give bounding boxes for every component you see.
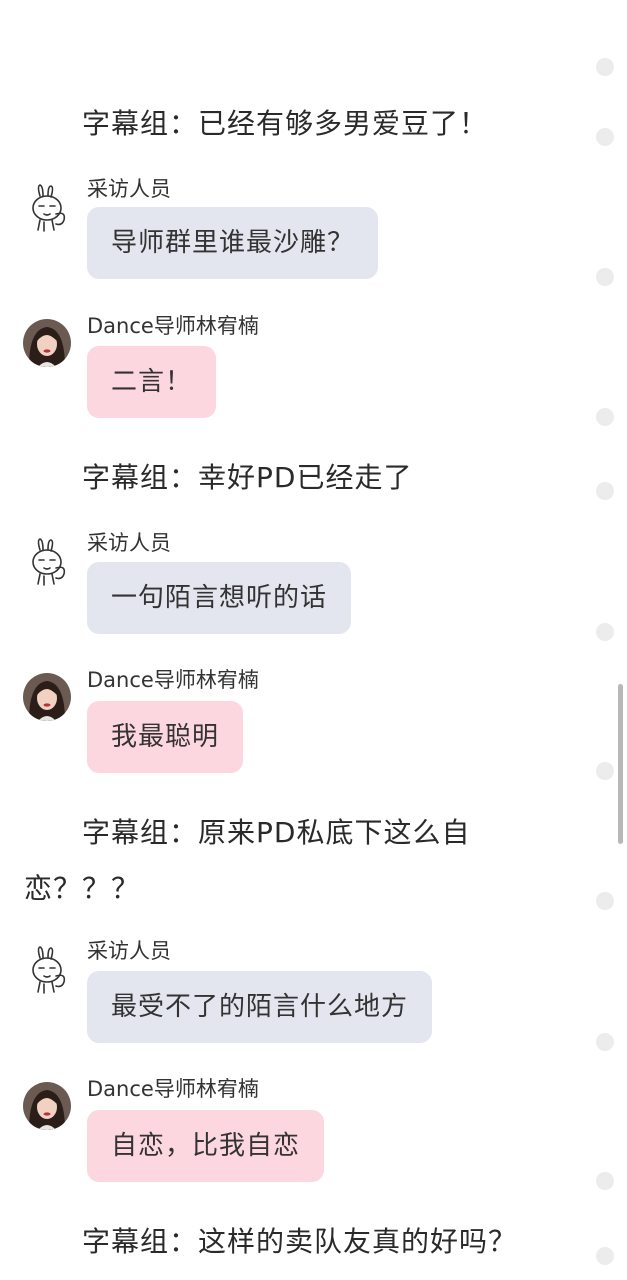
bunny-doodle-icon: [26, 538, 70, 588]
side-dot: [596, 128, 614, 146]
side-dot: [596, 268, 614, 286]
bunny-doodle-icon: [26, 946, 70, 996]
side-dot: [596, 1247, 614, 1265]
side-dot: [596, 762, 614, 780]
side-dot: [596, 892, 614, 910]
bunny-doodle-icon: [26, 184, 70, 234]
avatar: [23, 673, 71, 721]
message-bubble: 最受不了的陌言什么地方: [87, 971, 433, 1043]
message-bubble: 自恋，比我自恋: [87, 1110, 325, 1182]
narration-line: 字幕组：原来PD私底下这么自: [82, 816, 471, 849]
narration-line: 字幕组：已经有够多男爱豆了！: [82, 107, 489, 140]
speaker-name: 采访人员: [87, 531, 171, 555]
message-bubble: 导师群里谁最沙雕？: [87, 207, 379, 279]
side-dot: [596, 1033, 614, 1051]
speaker-name: Dance导师林宥楠: [87, 1077, 259, 1101]
avatar: [23, 1082, 71, 1130]
side-dot: [596, 408, 614, 426]
speaker-name: 采访人员: [87, 177, 171, 201]
avatar: [23, 319, 71, 367]
message-bubble: 二言！: [87, 346, 217, 418]
message-bubble: 我最聪明: [87, 701, 244, 773]
side-dot: [596, 58, 614, 76]
message-bubble: 一句陌言想听的话: [87, 562, 352, 634]
narration-line: 字幕组：这样的卖队友真的好吗？: [82, 1225, 518, 1258]
scrollbar[interactable]: [618, 684, 623, 844]
speaker-name: Dance导师林宥楠: [87, 314, 259, 338]
speaker-name: 采访人员: [87, 939, 171, 963]
narration-line: 字幕组：幸好PD已经走了: [82, 461, 413, 494]
side-dot: [596, 482, 614, 500]
side-dot: [596, 623, 614, 641]
narration-line-continued: 恋？？？: [24, 872, 141, 905]
side-dot: [596, 1172, 614, 1190]
speaker-name: Dance导师林宥楠: [87, 668, 259, 692]
